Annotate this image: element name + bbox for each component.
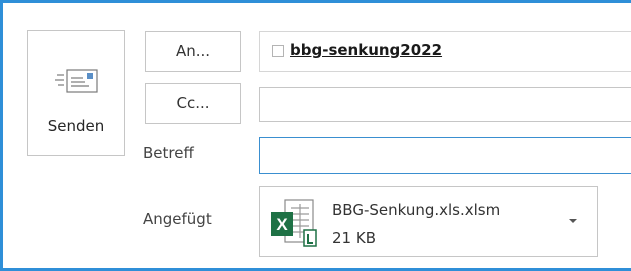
- attachment-filesize: 21 KB: [332, 229, 376, 247]
- send-button[interactable]: Senden: [27, 30, 125, 156]
- attachment-filename: BBG-Senkung.xls.xlsm: [332, 201, 501, 219]
- attached-label: Angefügt: [143, 210, 212, 228]
- recipient-checkbox[interactable]: [272, 45, 284, 57]
- cc-field[interactable]: [259, 87, 631, 122]
- svg-text:X: X: [276, 215, 288, 234]
- send-button-label: Senden: [47, 117, 105, 135]
- to-field[interactable]: bbg-senkung2022: [259, 31, 631, 72]
- attachment-item[interactable]: X BBG-Senkung.xls.xlsm 21 KB: [259, 186, 598, 257]
- to-button[interactable]: An...: [145, 31, 241, 72]
- subject-label: Betreff: [143, 144, 194, 162]
- compose-header: Senden An... bbg-senkung2022 Cc... Betre…: [0, 0, 631, 271]
- dropdown-arrow-icon[interactable]: [566, 214, 580, 228]
- subject-field[interactable]: [259, 137, 631, 174]
- cc-button[interactable]: Cc...: [145, 83, 241, 124]
- excel-file-icon: X: [271, 199, 317, 247]
- send-envelope-icon: [55, 69, 98, 93]
- recipient-name[interactable]: bbg-senkung2022: [290, 41, 442, 59]
